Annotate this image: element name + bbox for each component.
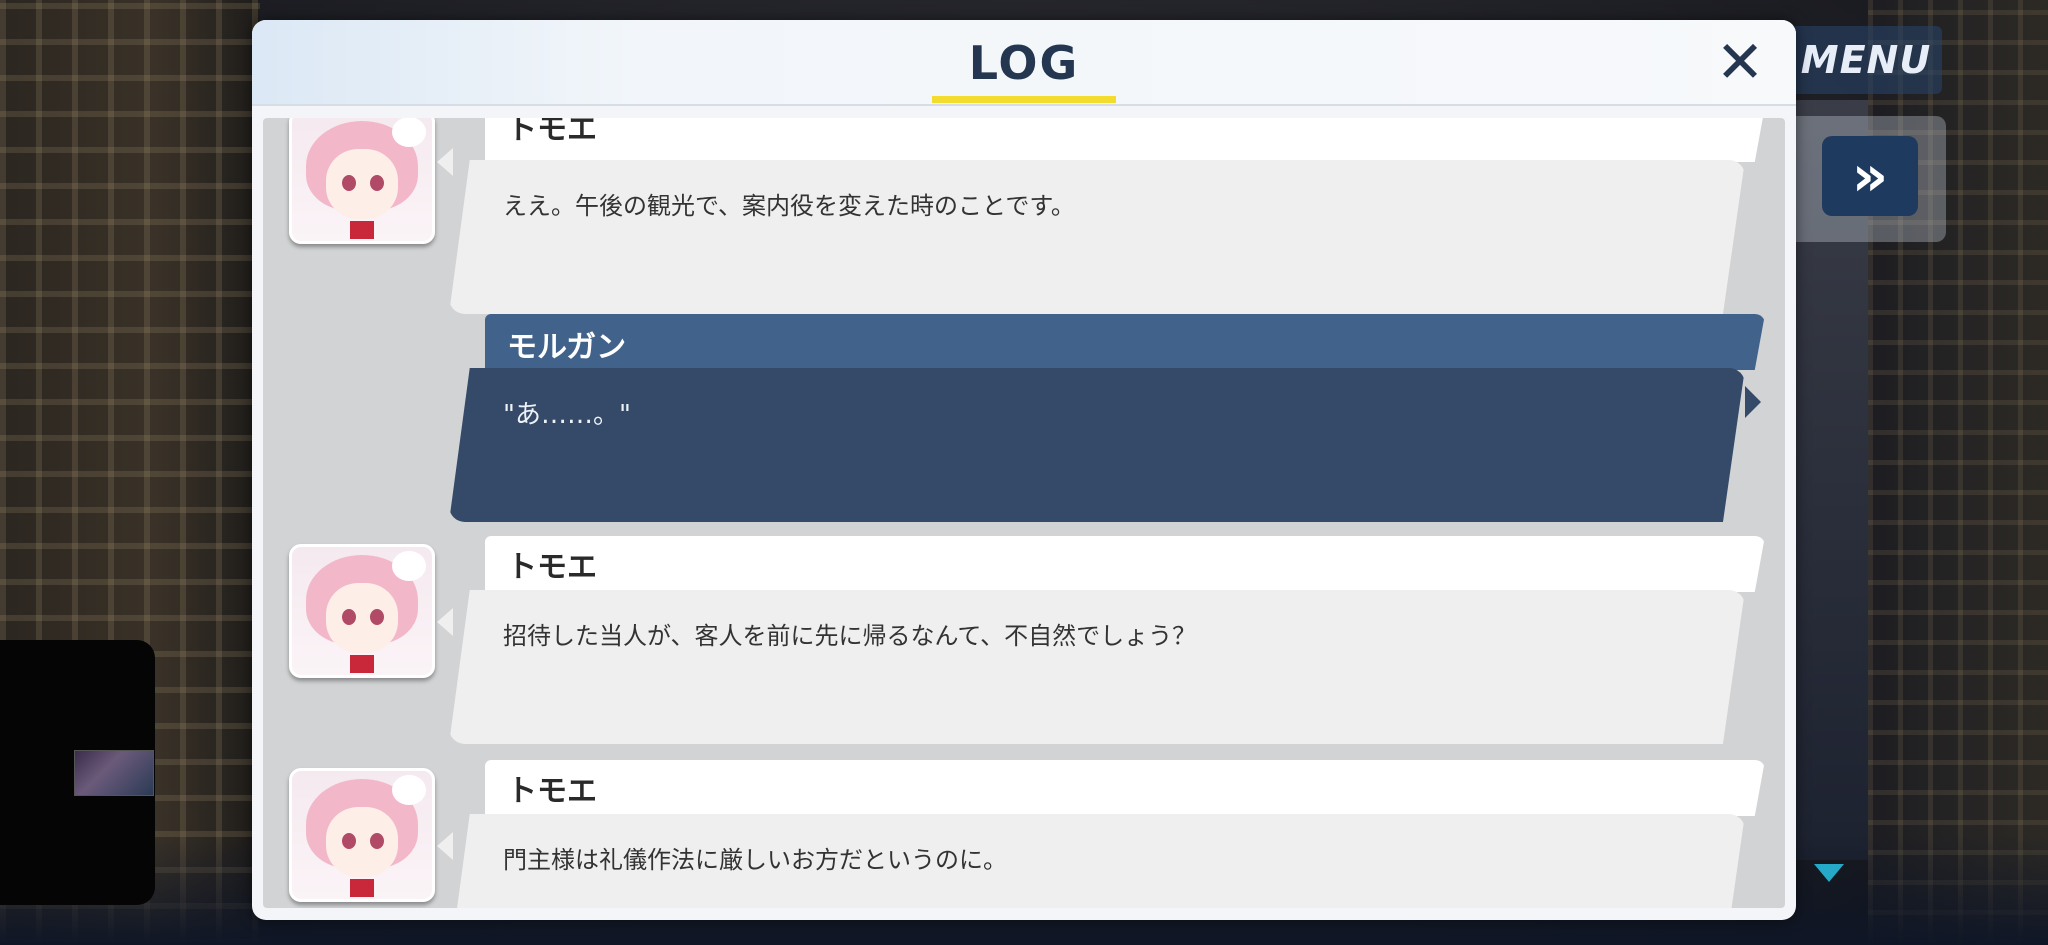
log-entry-player: モルガン "あ……。" — [263, 314, 1785, 526]
close-button[interactable]: ✕ — [1710, 32, 1770, 92]
log-entry: トモエ 招待した当人が、客人を前に先に帰るなんて、不自然でしょう？ — [263, 536, 1785, 756]
bubble-tail — [437, 148, 453, 176]
speaker-name: トモエ — [507, 550, 597, 585]
message-text: "あ……。" — [503, 400, 631, 430]
message-bubble — [449, 368, 1745, 522]
bubble-tail — [437, 832, 453, 860]
log-header: LOG ✕ — [252, 20, 1796, 106]
speaker-name: モルガン — [507, 330, 627, 365]
speaker-name: トモエ — [507, 774, 597, 809]
speaker-namebar — [485, 760, 1765, 816]
thumbnail-preview[interactable] — [74, 750, 154, 796]
bubble-tail — [1745, 386, 1761, 418]
speaker-namebar — [485, 314, 1765, 370]
speaker-name: トモエ — [507, 118, 597, 147]
scroll-down-icon[interactable] — [1814, 864, 1844, 882]
message-bubble — [449, 590, 1745, 744]
message-bubble — [449, 160, 1745, 314]
message-text: 招待した当人が、客人を前に先に帰るなんて、不自然でしょう？ — [503, 622, 1197, 650]
log-window: LOG ✕ トモエ ええ。午後の観光で、案内役を変えた時のことです。 モルガン … — [252, 20, 1796, 920]
fast-forward-icon: » — [1851, 143, 1889, 209]
close-icon: ✕ — [1715, 28, 1765, 96]
menu-button[interactable]: MENU — [1790, 26, 1942, 94]
speaker-namebar — [485, 536, 1765, 592]
bubble-tail — [437, 608, 453, 636]
speaker-namebar — [485, 118, 1765, 162]
message-text: ええ。午後の観光で、案内役を変えた時のことです。 — [503, 192, 1075, 220]
log-entry: トモエ ええ。午後の観光で、案内役を変えた時のことです。 — [263, 118, 1785, 314]
fast-forward-button[interactable]: » — [1822, 136, 1918, 216]
speaker-avatar — [289, 544, 435, 678]
speaker-avatar — [289, 768, 435, 902]
log-entry: トモエ 門主様は礼儀作法に厳しいお方だというのに。 — [263, 760, 1785, 908]
log-title: LOG — [968, 36, 1080, 90]
speaker-avatar — [289, 118, 435, 244]
title-underline — [932, 96, 1116, 103]
message-text: 門主様は礼儀作法に厳しいお方だというのに。 — [503, 846, 1007, 874]
log-list[interactable]: トモエ ええ。午後の観光で、案内役を変えた時のことです。 モルガン "あ……。"… — [263, 118, 1785, 908]
